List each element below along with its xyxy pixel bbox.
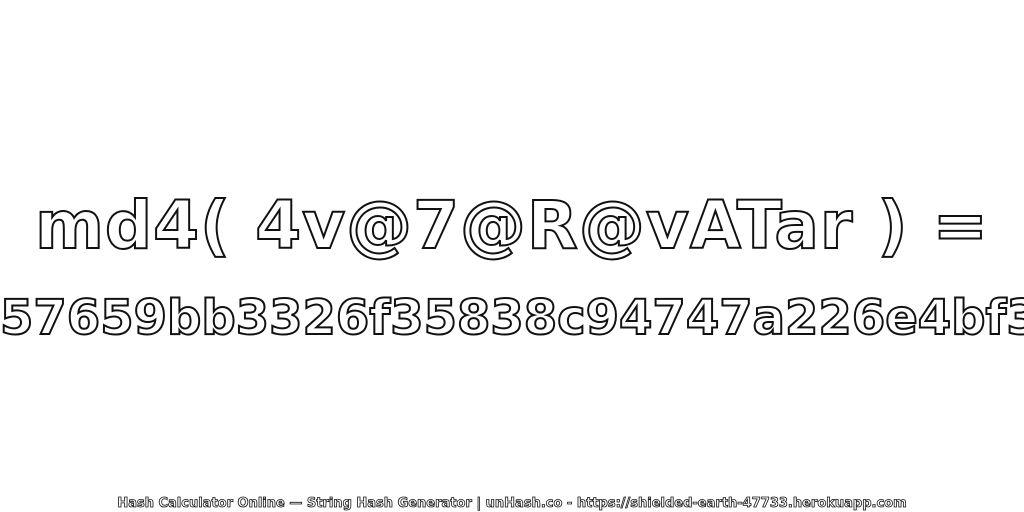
hash-image: md4( 4v@7@R@vATar ) = 57659bb3326f35838c… [0,0,1024,512]
footer-caption: Hash Calculator Online — String Hash Gen… [117,496,907,512]
hash-value: 57659bb3326f35838c94747a226e4bf3 [0,289,1024,347]
hash-expression: md4( 4v@7@R@vATar ) = [34,186,989,265]
